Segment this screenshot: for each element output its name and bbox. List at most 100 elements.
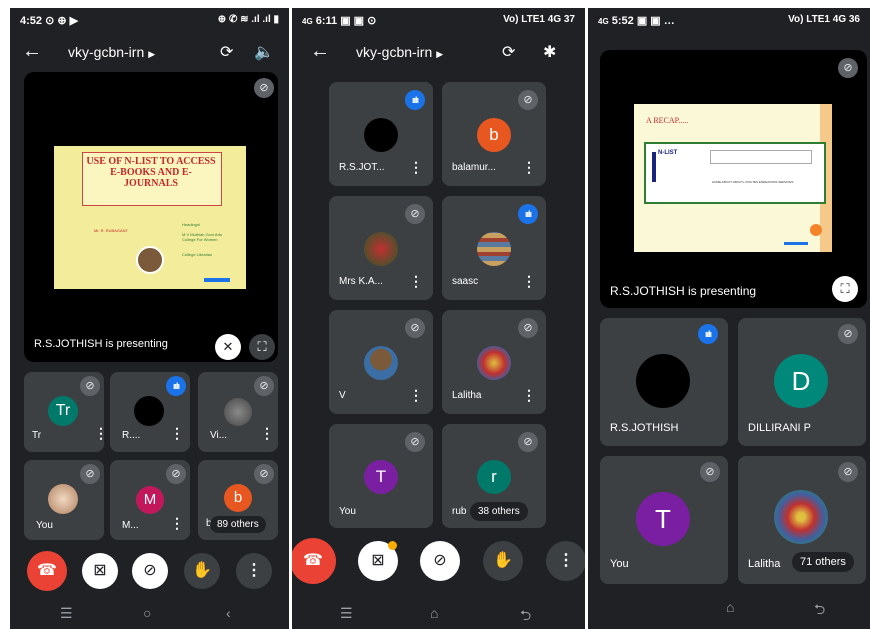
fullscreen-icon[interactable]: ⛶ (832, 276, 858, 302)
participant-tile[interactable]: ıılı saasc ⋮ (442, 196, 546, 300)
presentation-tile[interactable]: ⊘ USE OF N-LIST TO ACCESS E-BOOKS AND E-… (24, 72, 278, 362)
avatar (477, 232, 511, 266)
mic-off-icon: ⊘ (80, 376, 100, 396)
more-options-icon[interactable]: ⋮ (409, 160, 423, 174)
bluetooth-icon[interactable]: ✱ (543, 42, 556, 62)
more-options-icon[interactable]: ⋮ (170, 516, 184, 530)
raise-hand-button[interactable]: ✋ (184, 553, 220, 589)
meeting-title[interactable]: vky-gcbn-irn ▶ (356, 44, 443, 60)
mic-off-icon: ⊘ (700, 462, 720, 482)
mic-off-icon: ⊘ (518, 432, 538, 452)
back-icon[interactable]: ‹ (226, 605, 231, 621)
android-nav-bar: ⌂ ⮌ (588, 589, 870, 629)
recents-icon[interactable]: ☰ (60, 605, 73, 622)
participant-tile[interactable]: ⊘ You (24, 460, 104, 540)
others-count-chip[interactable]: 71 others (792, 552, 854, 572)
phone-screen-1: 4:52 ⊙ ⊕ ▶ ⊕ ✆ ≋ .ıl .ıl ▮ ← vky-gcbn-ir… (10, 8, 289, 629)
avatar (477, 346, 511, 380)
participant-tile[interactable]: ⊘ Tr Tr ⋮ (24, 372, 104, 452)
participant-tile[interactable]: ⊘ Vi... ⋮ (198, 372, 278, 452)
participant-tile[interactable]: ⊘ V ⋮ (329, 310, 433, 414)
back-arrow-icon[interactable]: ← (22, 40, 42, 63)
phone-screen-2: 4G 6:11 ▣ ▣ ⊙ Vo) LTE1 4G 37 ← vky-gcbn-… (292, 8, 585, 629)
participant-name: You (36, 520, 53, 531)
back-arrow-icon[interactable]: ← (310, 40, 330, 63)
participant-name: Lalitha (452, 390, 482, 401)
avatar (364, 232, 398, 266)
more-options-button[interactable]: ⋮ (236, 553, 272, 589)
participant-tile[interactable]: ıılı R.... ⋮ (110, 372, 190, 452)
camera-off-button[interactable]: ⊠ (82, 553, 118, 589)
speaking-indicator-icon: ıılı (405, 90, 425, 110)
slide-right-line-3: College Librarian (182, 252, 213, 257)
participant-name: rub (452, 506, 467, 517)
mic-off-icon: ⊘ (254, 78, 274, 98)
pin-off-icon[interactable]: ✕ (215, 334, 241, 360)
back-icon[interactable]: ⮌ (814, 599, 825, 623)
participant-tile[interactable]: ⊘ Lalitha ⋮ (442, 310, 546, 414)
more-options-icon[interactable]: ⋮ (522, 274, 536, 288)
home-icon[interactable]: ○ (143, 605, 151, 621)
avatar: r (477, 460, 511, 494)
participant-name: saasc (452, 276, 479, 287)
mic-off-button[interactable]: ⊘ (420, 541, 460, 581)
home-icon[interactable]: ⌂ (726, 599, 734, 615)
shared-slide: USE OF N-LIST TO ACCESS E-BOOKS AND E-JO… (54, 146, 246, 289)
others-count-chip[interactable]: 38 others (470, 502, 528, 521)
more-options-icon[interactable]: ⋮ (409, 274, 423, 288)
mic-off-icon: ⊘ (405, 432, 425, 452)
participant-tile[interactable]: ⊘ Lalitha 71 others (738, 456, 866, 584)
slide-title: USE OF N-LIST TO ACCESS E-BOOKS AND E-JO… (86, 156, 216, 189)
participant-tile[interactable]: ⊘ M M... ⋮ (110, 460, 190, 540)
recents-icon[interactable]: ☰ (340, 605, 353, 622)
status-right-icons: Vo) LTE1 4G 37 (503, 14, 575, 25)
end-call-button[interactable]: ☎ (292, 538, 336, 584)
more-options-button[interactable]: ⋮ (546, 541, 585, 581)
chevron-right-icon: ▶ (148, 49, 156, 59)
fullscreen-icon[interactable]: ⛶ (249, 334, 275, 360)
participant-name: You (339, 506, 356, 517)
mic-off-icon: ⊘ (518, 318, 538, 338)
participant-tile[interactable]: ⊘ b b 89 others (198, 460, 278, 540)
more-options-icon[interactable]: ⋮ (94, 426, 104, 440)
avatar: T (364, 460, 398, 494)
participant-tile[interactable]: ıılı R.S.JOT... ⋮ (329, 82, 433, 186)
participant-tile[interactable]: ıılı R.S.JOTHISH (600, 318, 728, 446)
others-count-chip[interactable]: 89 others (210, 516, 266, 533)
participant-tile[interactable]: ⊘ Mrs K.A... ⋮ (329, 196, 433, 300)
top-bar: ← vky-gcbn-irn ▶ ⟳ 🔈 (10, 36, 289, 72)
switch-camera-icon[interactable]: ⟳ (502, 42, 515, 62)
more-options-icon[interactable]: ⋮ (409, 388, 423, 402)
avatar (48, 484, 78, 514)
participant-name: R.... (122, 430, 141, 441)
mic-off-icon: ⊘ (405, 318, 425, 338)
presenting-label: R.S.JOTHISH is presenting (34, 338, 168, 350)
raise-hand-button[interactable]: ✋ (483, 541, 523, 581)
slide-presenter: Mr. R. RUBAGANT (94, 228, 129, 233)
presentation-tile[interactable]: ⊘ A RECAP..... N-LIST HOME ABOUT ABOUT+ … (600, 50, 867, 308)
more-options-icon[interactable]: ⋮ (522, 160, 536, 174)
participant-name: balamur... (452, 162, 496, 173)
home-icon[interactable]: ⌂ (430, 605, 438, 621)
mic-off-icon: ⊘ (254, 376, 274, 396)
back-icon[interactable]: ⮌ (520, 605, 531, 629)
meeting-title[interactable]: vky-gcbn-irn ▶ (68, 44, 155, 60)
avatar (774, 490, 828, 544)
speaker-icon[interactable]: 🔈 (254, 42, 274, 62)
mic-off-button[interactable]: ⊘ (132, 553, 168, 589)
participant-tile[interactable]: ⊘ T You (600, 456, 728, 584)
shared-slide: A RECAP..... N-LIST HOME ABOUT ABOUT+ RO… (634, 104, 832, 252)
more-options-icon[interactable]: ⋮ (522, 388, 536, 402)
switch-camera-icon[interactable]: ⟳ (220, 42, 233, 62)
notification-dot (388, 541, 397, 550)
slide-logo: N-LIST (658, 150, 678, 156)
more-options-icon[interactable]: ⋮ (260, 426, 274, 440)
participant-tile[interactable]: ⊘ b balamur... ⋮ (442, 82, 546, 186)
participant-tile[interactable]: ⊘ T You (329, 424, 433, 528)
participant-tile[interactable]: ⊘ D DILLIRANI P (738, 318, 866, 446)
more-options-icon[interactable]: ⋮ (170, 426, 184, 440)
avatar (224, 398, 252, 426)
status-network: 4G (302, 17, 313, 26)
end-call-button[interactable]: ☎ (27, 551, 67, 591)
participant-tile[interactable]: ⊘ r rub 38 others (442, 424, 546, 528)
